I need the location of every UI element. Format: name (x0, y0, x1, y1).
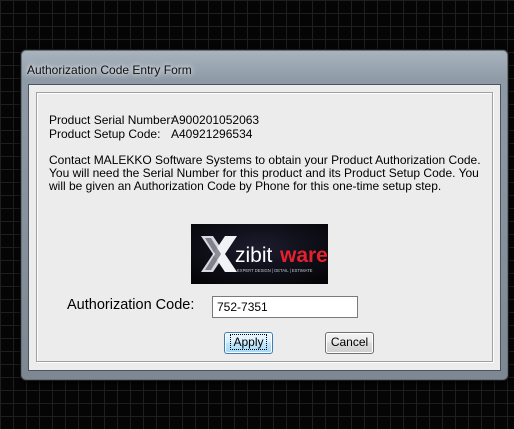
cancel-button[interactable]: Cancel (325, 332, 374, 354)
apply-button[interactable]: Apply (224, 332, 273, 354)
logo-brand-main: zibit (235, 244, 273, 267)
authorization-code-input[interactable] (212, 296, 358, 318)
window-title: Authorization Code Entry Form (27, 63, 192, 77)
logo-tagline: EXPERT DESIGN | DETAIL | ESTIMATE (237, 268, 313, 273)
contact-instructions: Contact MALEKKO Software Systems to obta… (49, 153, 481, 193)
dialog-client-area: Product Serial Number: A900201052063 Pro… (28, 84, 501, 371)
serial-number-label: Product Serial Number: (49, 113, 174, 127)
xzibitware-logo: zibit ware EXPERT DESIGN | DETAIL | ESTI… (191, 224, 328, 284)
apply-button-label: Apply (230, 334, 267, 350)
serial-number-row: Product Serial Number: A900201052063 (49, 113, 259, 127)
authorization-code-label: Authorization Code: (67, 297, 195, 313)
logo-brand-accent: ware (279, 244, 328, 267)
authorization-dialog: Authorization Code Entry Form Product Se… (20, 49, 509, 381)
setup-code-row: Product Setup Code: A40921296534 (49, 127, 252, 141)
setup-code-value: A40921296534 (171, 127, 253, 141)
serial-number-value: A900201052063 (171, 113, 260, 127)
setup-code-label: Product Setup Code: (49, 127, 161, 141)
